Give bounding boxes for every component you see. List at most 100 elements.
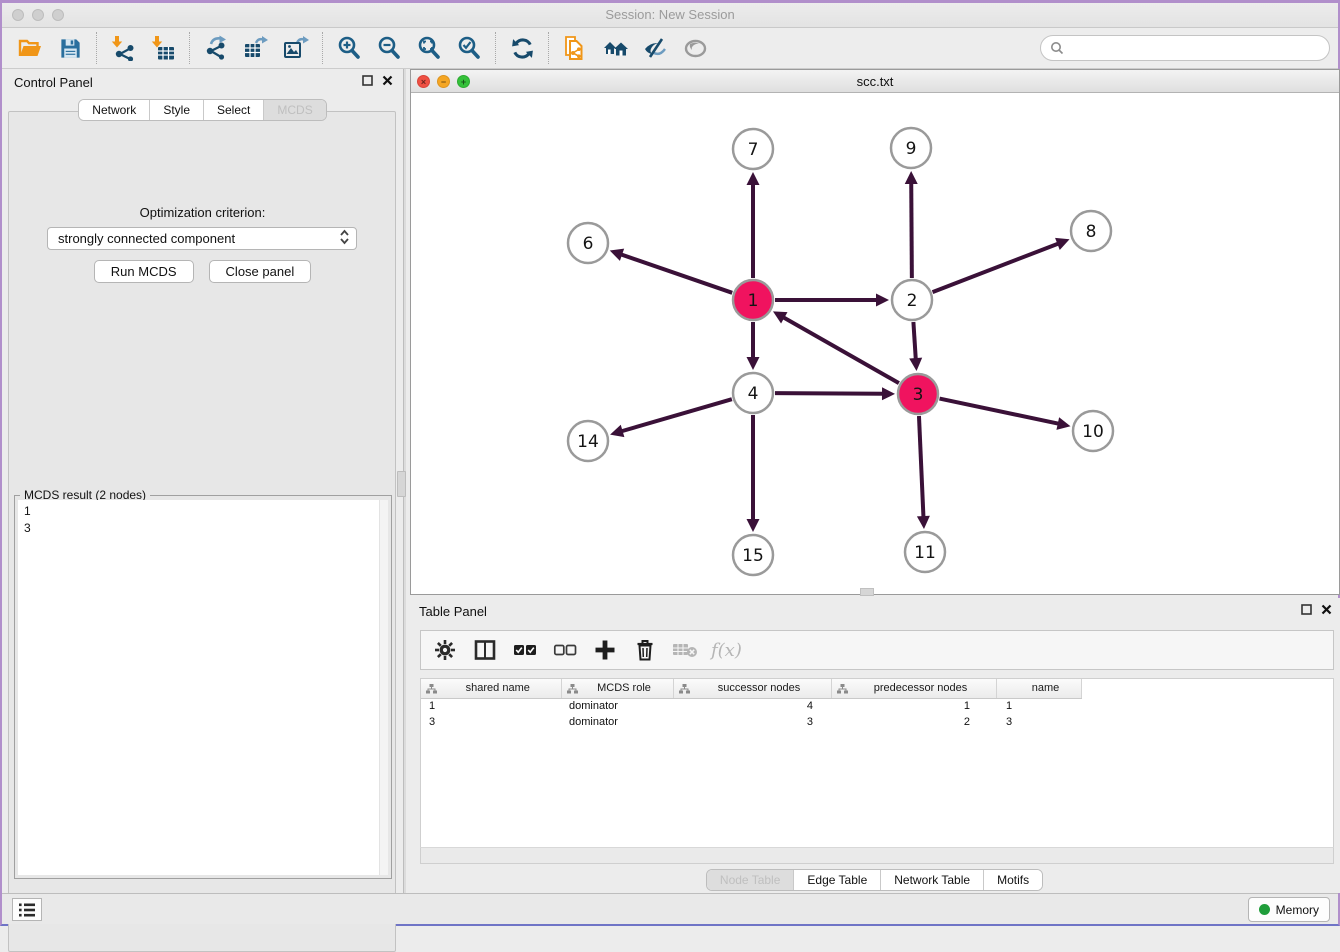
- deselect-all-button[interactable]: [551, 636, 579, 664]
- table-horizontal-scrollbar[interactable]: [420, 847, 1334, 864]
- graph-edge[interactable]: [909, 322, 922, 371]
- float-panel-icon[interactable]: [362, 75, 373, 86]
- tab-node-table[interactable]: Node Table: [707, 870, 795, 890]
- tab-mcds[interactable]: MCDS: [264, 100, 325, 120]
- hierarchy-icon: [567, 684, 578, 694]
- graph-node[interactable]: 4: [733, 373, 773, 413]
- add-row-button[interactable]: [591, 636, 619, 664]
- delete-row-button[interactable]: [631, 636, 659, 664]
- table-cell[interactable]: 1: [996, 698, 1081, 714]
- table-row[interactable]: 3dominator323: [421, 714, 1081, 730]
- memory-button[interactable]: Memory: [1248, 897, 1330, 922]
- graph-edge[interactable]: [940, 399, 1071, 430]
- column-header-predecessor-nodes[interactable]: predecessor nodes: [831, 679, 996, 698]
- graph-node[interactable]: 7: [733, 129, 773, 169]
- control-panel-header: Control Panel: [2, 69, 403, 95]
- table-cell[interactable]: dominator: [561, 714, 673, 730]
- table-cell[interactable]: 3: [996, 714, 1081, 730]
- tab-network-table[interactable]: Network Table: [881, 870, 984, 890]
- close-panel-icon[interactable]: [382, 75, 393, 86]
- zoom-in-button[interactable]: [329, 32, 369, 64]
- save-session-button[interactable]: [50, 32, 90, 64]
- graph-node[interactable]: 14: [568, 421, 608, 461]
- horizontal-splitter-handle[interactable]: [860, 588, 874, 596]
- table-cell[interactable]: 3: [673, 714, 831, 730]
- import-table-button[interactable]: [143, 32, 183, 64]
- graph-edge[interactable]: [905, 171, 918, 278]
- unchecked-boxes-icon: [553, 643, 577, 657]
- close-panel-icon[interactable]: [1321, 604, 1332, 615]
- tab-edge-table[interactable]: Edge Table: [794, 870, 881, 890]
- graph-node[interactable]: 8: [1071, 211, 1111, 251]
- search-box[interactable]: [1040, 35, 1330, 61]
- graph-edge[interactable]: [747, 415, 760, 532]
- graph-node[interactable]: 6: [568, 223, 608, 263]
- mcds-result-text[interactable]: 1 3: [18, 500, 388, 875]
- function-builder-button[interactable]: f(x): [711, 636, 742, 664]
- run-mcds-button[interactable]: Run MCDS: [94, 260, 194, 283]
- graph-edge[interactable]: [747, 322, 760, 370]
- graph-node[interactable]: 3: [898, 374, 938, 414]
- table-cell[interactable]: dominator: [561, 698, 673, 714]
- criterion-dropdown[interactable]: strongly connected component: [47, 227, 357, 250]
- hide-selected-button[interactable]: [635, 32, 675, 64]
- graph-edge[interactable]: [775, 294, 889, 307]
- export-table-button[interactable]: [236, 32, 276, 64]
- import-network-button[interactable]: [103, 32, 143, 64]
- export-network-button[interactable]: [196, 32, 236, 64]
- network-window-title: scc.txt: [411, 74, 1339, 89]
- table-row[interactable]: 1dominator411: [421, 698, 1081, 714]
- graph-node[interactable]: 10: [1073, 411, 1113, 451]
- zoom-out-button[interactable]: [369, 32, 409, 64]
- tab-select[interactable]: Select: [204, 100, 264, 120]
- toggle-panels-button[interactable]: [471, 636, 499, 664]
- task-history-button[interactable]: [12, 898, 42, 921]
- export-image-button[interactable]: [276, 32, 316, 64]
- first-neighbors-button[interactable]: [595, 32, 635, 64]
- table-cell[interactable]: 4: [673, 698, 831, 714]
- graph-node[interactable]: 1: [733, 280, 773, 320]
- zoom-selected-button[interactable]: [449, 32, 489, 64]
- node-table[interactable]: shared name MCDS role successor nodes pr…: [420, 678, 1334, 847]
- network-graph: 1 2 3 4 6 7 8 9 10 11 14 15: [411, 93, 1339, 594]
- fit-content-button[interactable]: [409, 32, 449, 64]
- result-scrollbar[interactable]: [379, 500, 388, 875]
- select-all-button[interactable]: [511, 636, 539, 664]
- tab-style[interactable]: Style: [150, 100, 204, 120]
- graph-edge[interactable]: [773, 311, 899, 383]
- graph-node[interactable]: 9: [891, 128, 931, 168]
- graph-edge[interactable]: [775, 387, 895, 400]
- graph-edge[interactable]: [917, 416, 930, 529]
- vertical-splitter-handle[interactable]: [397, 471, 406, 497]
- refresh-view-button[interactable]: [502, 32, 542, 64]
- table-cell[interactable]: 3: [421, 714, 561, 730]
- float-panel-icon[interactable]: [1301, 604, 1312, 615]
- tab-motifs[interactable]: Motifs: [984, 870, 1042, 890]
- table-settings-button[interactable]: [431, 636, 459, 664]
- graph-edge[interactable]: [933, 238, 1070, 292]
- table-cell[interactable]: 2: [831, 714, 996, 730]
- table-cell[interactable]: 1: [831, 698, 996, 714]
- graph-node[interactable]: 15: [733, 535, 773, 575]
- tab-network[interactable]: Network: [79, 100, 150, 120]
- clone-network-button[interactable]: [555, 32, 595, 64]
- show-all-button[interactable]: [675, 32, 715, 64]
- delete-table-button[interactable]: [671, 636, 699, 664]
- close-panel-button[interactable]: Close panel: [209, 260, 312, 283]
- column-header-mcds-role[interactable]: MCDS role: [561, 679, 673, 698]
- table-cell[interactable]: 1: [421, 698, 561, 714]
- graph-edge[interactable]: [610, 399, 732, 437]
- clone-network-icon: [562, 35, 588, 61]
- column-header-shared-name[interactable]: shared name: [421, 679, 561, 698]
- graph-node[interactable]: 2: [892, 280, 932, 320]
- graph-node[interactable]: 11: [905, 532, 945, 572]
- main-toolbar: [2, 28, 1338, 69]
- svg-text:15: 15: [742, 546, 764, 566]
- network-canvas[interactable]: 1 2 3 4 6 7 8 9 10 11 14 15: [411, 93, 1339, 594]
- open-session-button[interactable]: [10, 32, 50, 64]
- column-header-successor-nodes[interactable]: successor nodes: [673, 679, 831, 698]
- graph-edge[interactable]: [610, 249, 732, 293]
- search-input[interactable]: [1069, 41, 1320, 55]
- column-header-name[interactable]: name: [996, 679, 1081, 698]
- graph-edge[interactable]: [747, 172, 760, 278]
